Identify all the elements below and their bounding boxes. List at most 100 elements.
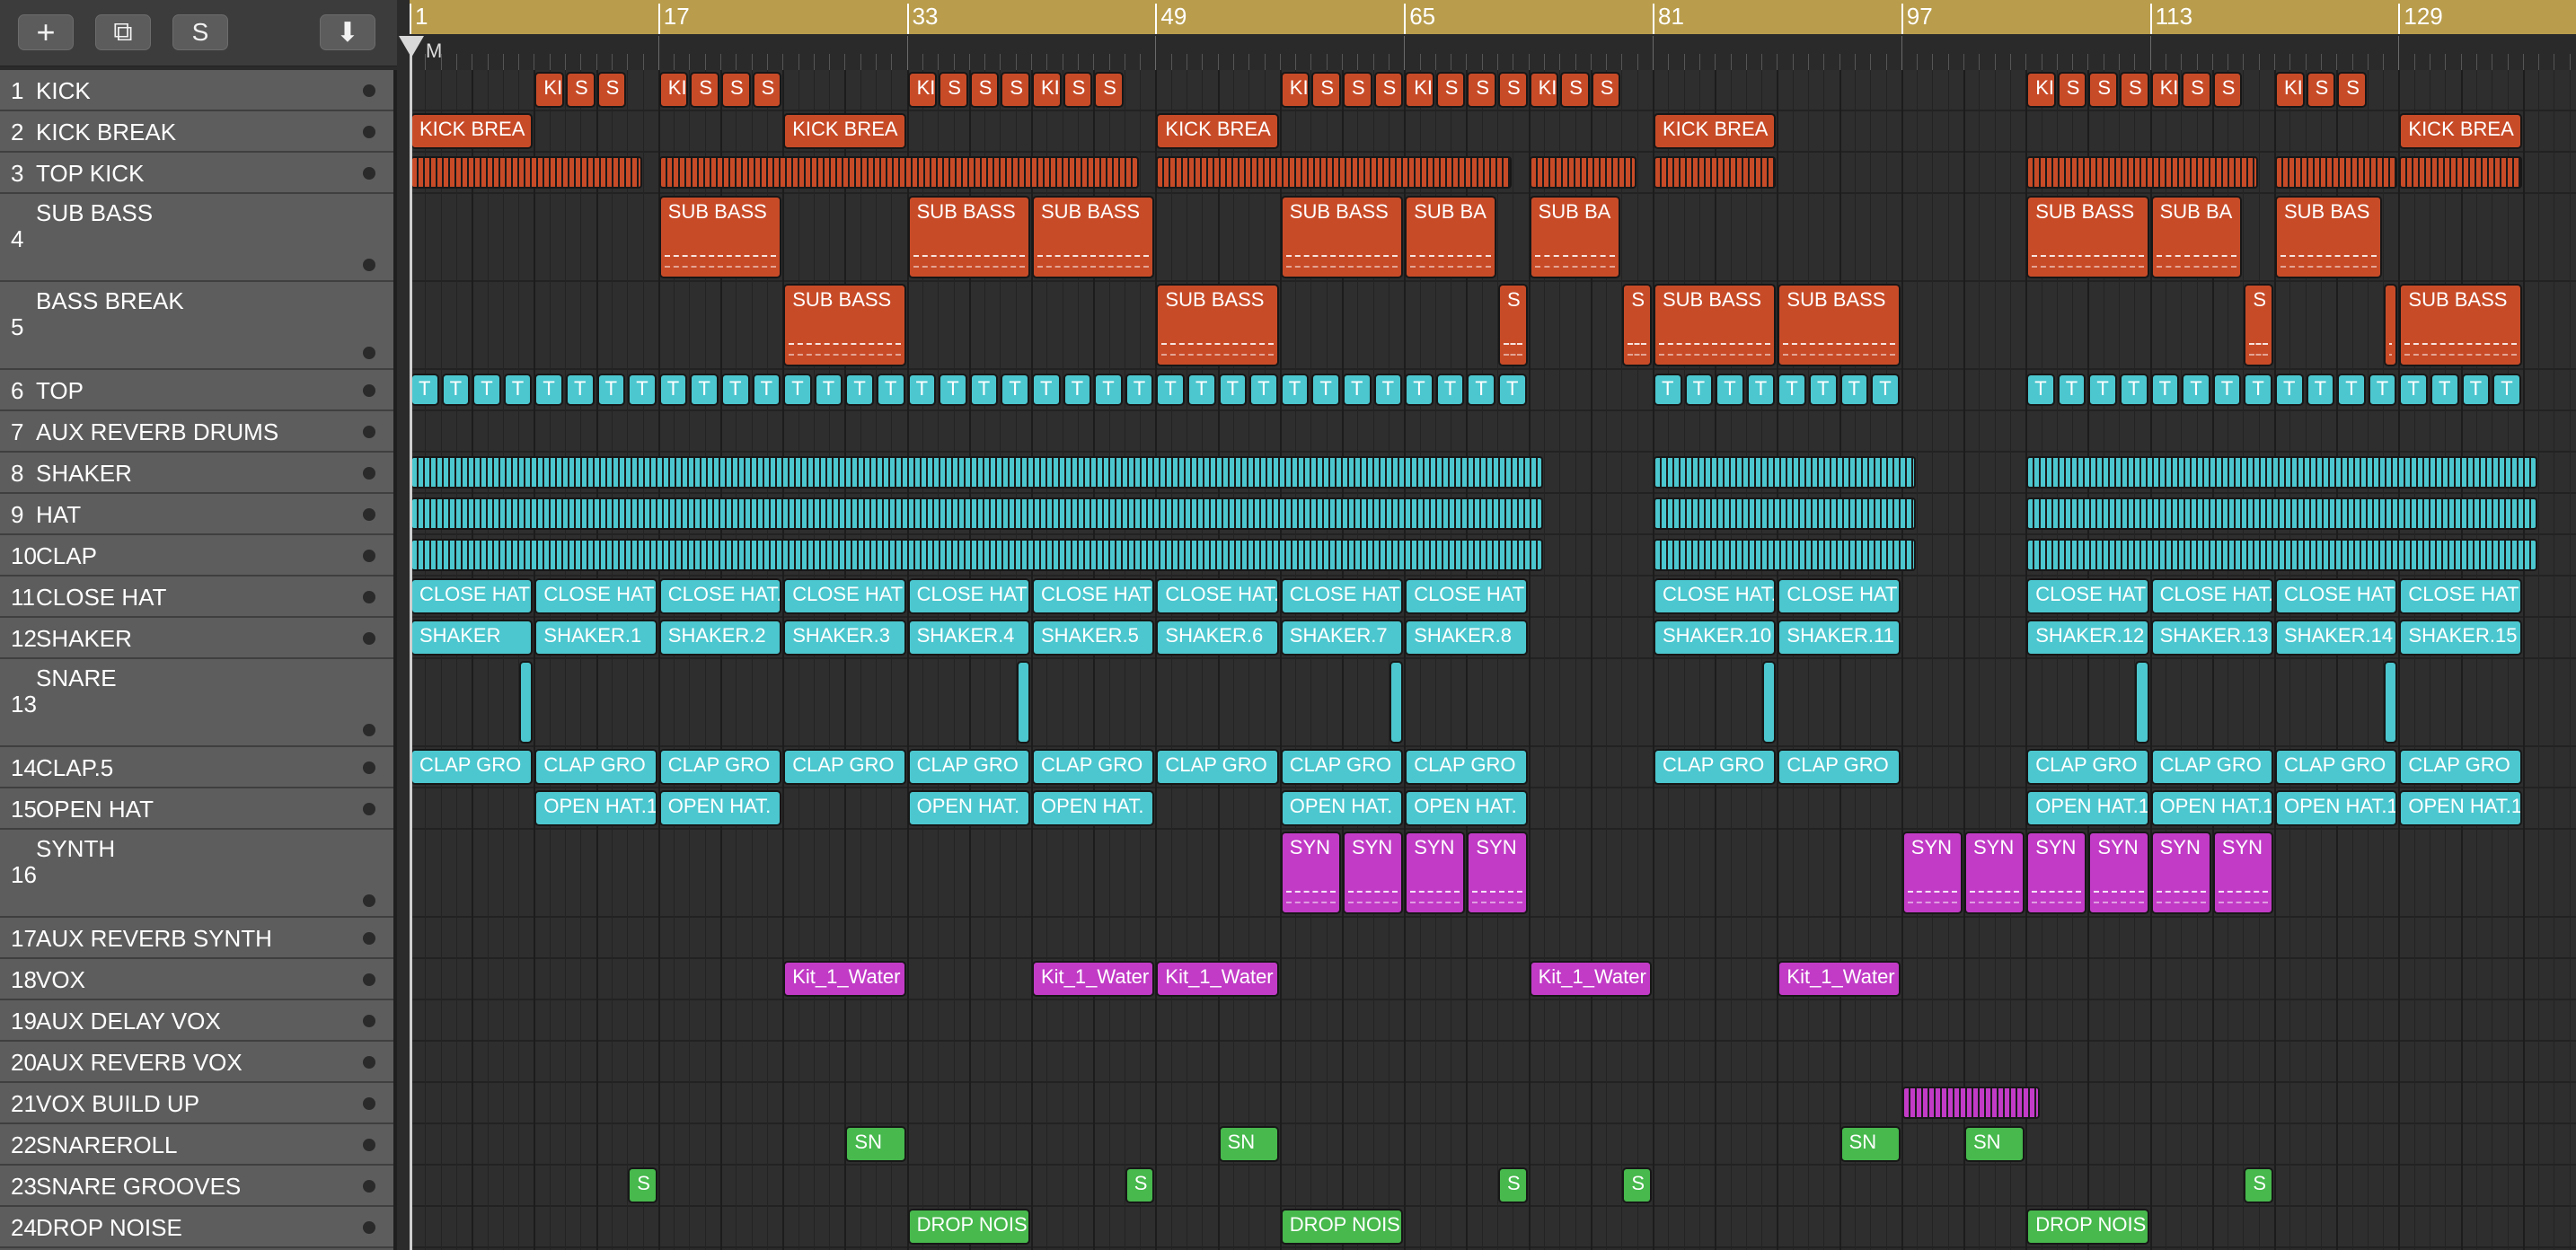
region[interactable]: S — [2088, 72, 2118, 108]
track-header[interactable]: 6 TOP — [0, 370, 393, 411]
track-name[interactable]: CLAP — [36, 542, 97, 570]
region[interactable]: S — [2182, 72, 2211, 108]
region[interactable]: SUB BASS — [1032, 196, 1155, 278]
track-header[interactable]: 12 SHAKER — [0, 618, 393, 659]
region[interactable]: CLOSE HAT — [1778, 578, 1901, 614]
region-top-clip[interactable]: T — [939, 374, 967, 406]
region[interactable]: S — [1001, 72, 1030, 108]
region[interactable]: KI — [2026, 72, 2056, 108]
region-top-clip[interactable]: T — [441, 374, 471, 406]
region-top-clip[interactable]: T — [2368, 374, 2397, 406]
region[interactable]: CLOSE HAT — [2399, 578, 2522, 614]
region-top-clip[interactable]: T — [1156, 374, 1185, 406]
region[interactable]: SHAKER.4 — [907, 620, 1030, 656]
region[interactable]: KICK BREA — [410, 113, 534, 149]
track-name[interactable]: AUX REVERB VOX — [36, 1049, 243, 1077]
region[interactable]: S — [1125, 1167, 1155, 1203]
track-header[interactable]: 1 KICK — [0, 70, 393, 111]
track-name[interactable]: OPEN HAT — [36, 796, 154, 823]
track-lane[interactable] — [410, 1042, 2576, 1083]
region-dense[interactable] — [2399, 156, 2522, 189]
region-dense[interactable] — [410, 156, 642, 189]
region[interactable]: CLAP GRO — [783, 749, 906, 785]
region[interactable] — [2384, 284, 2398, 366]
region[interactable]: SUB BASS — [2026, 196, 2149, 278]
region-dense[interactable] — [2026, 497, 2538, 530]
region[interactable]: SYN — [1343, 832, 1404, 914]
track-header[interactable]: 21 VOX BUILD UP — [0, 1083, 393, 1124]
region-top-clip[interactable]: T — [1311, 374, 1340, 406]
track-name[interactable]: SHAKER — [36, 460, 132, 488]
track-header[interactable]: 19 AUX DELAY VOX — [0, 1000, 393, 1042]
region-top-clip[interactable]: T — [1716, 374, 1744, 406]
region[interactable]: SYN — [2088, 832, 2149, 914]
region[interactable]: CLAP GRO — [1654, 749, 1777, 785]
region-dense[interactable] — [410, 456, 1543, 489]
region[interactable]: CLOSE HAT — [1032, 578, 1155, 614]
region[interactable]: SUB BASS — [1280, 196, 1404, 278]
track-header[interactable]: 15 OPEN HAT — [0, 788, 393, 830]
track-name[interactable]: KICK BREAK — [36, 119, 176, 146]
region[interactable]: SUB BASS — [2399, 284, 2522, 366]
region[interactable]: S — [752, 72, 782, 108]
region-top-clip[interactable]: T — [783, 374, 812, 406]
track-name[interactable]: AUX REVERB SYNTH — [36, 925, 272, 953]
region[interactable]: SUB BASS — [907, 196, 1030, 278]
region-top-clip[interactable]: T — [2088, 374, 2117, 406]
region-top-clip[interactable]: T — [1280, 374, 1310, 406]
region-top-clip[interactable]: T — [969, 374, 999, 406]
region-dense[interactable] — [410, 497, 1543, 530]
region-top-clip[interactable]: T — [1467, 374, 1495, 406]
region-top-clip[interactable]: T — [410, 374, 439, 406]
track-lane[interactable] — [410, 411, 2576, 453]
region[interactable]: SN — [845, 1126, 906, 1162]
track-lane[interactable] — [410, 918, 2576, 959]
region[interactable]: S — [1622, 284, 1652, 366]
region-dense[interactable] — [1654, 497, 1917, 530]
region[interactable]: OPEN HAT.1 — [2026, 790, 2149, 826]
region[interactable]: KI — [907, 72, 938, 108]
region[interactable]: S — [969, 72, 1000, 108]
region[interactable]: CLAP GRO — [1280, 749, 1404, 785]
track-lane[interactable] — [410, 1083, 2576, 1124]
region[interactable]: SUB BA — [1529, 196, 1621, 278]
track-name[interactable]: SNARE GROOVES — [36, 1173, 241, 1201]
region[interactable]: OPEN HAT.1 — [2399, 790, 2522, 826]
track-name[interactable]: SHAKER — [36, 625, 132, 653]
region-top-clip[interactable]: T — [1839, 374, 1869, 406]
region[interactable]: KI — [1529, 72, 1559, 108]
track-name[interactable]: AUX DELAY VOX — [36, 1008, 221, 1035]
region-top-clip[interactable]: T — [1001, 374, 1029, 406]
region[interactable]: CLAP GRO — [2026, 749, 2149, 785]
region[interactable]: KICK BREA — [1654, 113, 1777, 149]
region[interactable]: KI — [1280, 72, 1310, 108]
region[interactable]: SUB BASS — [1654, 284, 1777, 366]
region-top-clip[interactable]: T — [472, 374, 501, 406]
region-top-clip[interactable]: T — [2461, 374, 2491, 406]
track-name[interactable]: VOX — [36, 966, 85, 994]
region[interactable]: S — [2212, 72, 2243, 108]
track-header[interactable]: 8 SHAKER — [0, 453, 393, 494]
region-dense[interactable] — [2026, 456, 2538, 489]
track-name[interactable]: KICK — [36, 77, 91, 105]
track-header[interactable]: 11 CLOSE HAT — [0, 577, 393, 618]
region[interactable]: CLOSE HAT. — [1156, 578, 1279, 614]
region[interactable]: SYN — [2212, 832, 2273, 914]
region-top-clip[interactable]: T — [2182, 374, 2210, 406]
region-top-clip[interactable]: T — [2150, 374, 2180, 406]
region[interactable]: S — [1063, 72, 1093, 108]
region-top-clip[interactable]: T — [1405, 374, 1434, 406]
region[interactable]: SN — [1964, 1126, 2025, 1162]
region-top-clip[interactable]: T — [1746, 374, 1776, 406]
region[interactable]: SHAKER.2 — [658, 620, 782, 656]
region[interactable]: CLAP GRO — [410, 749, 534, 785]
track-record-dot-icon[interactable] — [363, 803, 375, 815]
region-top-clip[interactable]: T — [658, 374, 688, 406]
region-top-clip[interactable]: T — [1125, 374, 1154, 406]
region[interactable]: SN — [1839, 1126, 1901, 1162]
region-dense[interactable] — [1654, 156, 1777, 189]
region[interactable]: DROP NOIS — [2026, 1209, 2149, 1245]
region[interactable]: SUB BASS — [1156, 284, 1279, 366]
region[interactable]: OPEN HAT.1 — [2275, 790, 2398, 826]
region[interactable]: SHAKER.11 — [1778, 620, 1901, 656]
